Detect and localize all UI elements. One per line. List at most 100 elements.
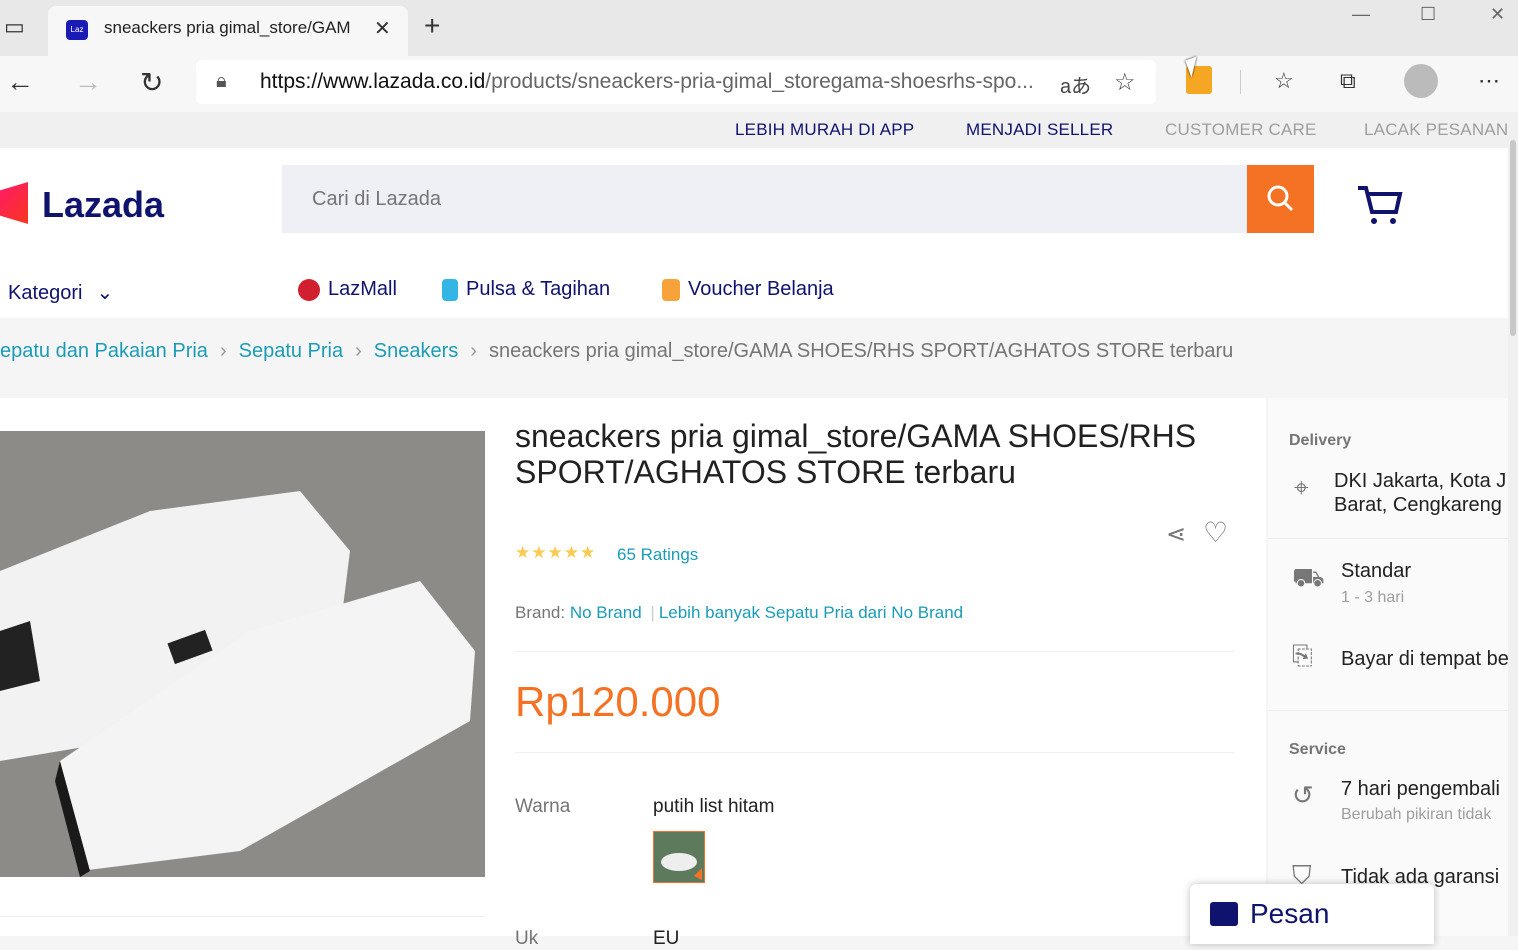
search-icon [1267,185,1294,212]
link-lacak-pesanan[interactable]: LACAK PESANAN [1364,120,1508,140]
delivery-heading: Delivery [1289,432,1352,449]
return-label: 7 hari pengembali [1341,778,1500,800]
standar-time: 1 - 3 hari [1341,589,1405,606]
forward-icon[interactable]: → [74,66,102,98]
wishlist-heart-icon[interactable]: ♡ [1203,516,1228,549]
delivery-truck-icon: ⛟ [1292,562,1325,592]
divider [515,651,1235,652]
url-path: /products/sneackers-pria-gimal_storegama… [485,70,1034,93]
new-tab-button[interactable]: + [424,10,440,42]
cart-icon[interactable] [1356,184,1404,226]
chat-label: Pesan [1250,898,1330,929]
chevron-right-icon: › [355,340,362,362]
search-box [282,165,1248,233]
product-image[interactable] [0,431,485,877]
lazada-logo-icon[interactable] [0,182,28,224]
delivery-panel: Delivery ⌖ DKI Jakarta, Kota J Barat, Ce… [1268,398,1509,936]
nav-voucher-label: Voucher Belanja [688,278,834,300]
phone-icon [442,278,458,301]
location-pin-icon: ⌖ [1294,472,1309,502]
gallery-divider [0,916,485,917]
browser-tabstrip: ▭ Laz sneackers pria gimal_store/GAM ✕ +… [0,0,1518,56]
location-line1: DKI Jakarta, Kota J [1334,470,1507,492]
profile-avatar[interactable] [1404,64,1438,98]
favorites-icon[interactable]: ☆ [1274,68,1294,94]
product-title: sneackers pria gimal_store/GAMA SHOES/RH… [515,418,1197,490]
product-panel: sneackers pria gimal_store/GAMA SHOES/RH… [0,398,1266,949]
tab-actions-icon[interactable]: ▭ [4,14,25,40]
swatch-thumbnail [654,832,704,882]
location-line2: Barat, Cengkareng [1334,494,1502,516]
nav-lazmall-label: LazMall [328,278,397,300]
browser-tab[interactable]: Laz sneackers pria gimal_store/GAM ✕ [48,6,408,56]
bayar-label: Bayar di tempat be [1341,648,1509,670]
search-button[interactable] [1247,165,1314,233]
link-lebih-murah[interactable]: LEBIH MURAH DI APP [735,120,914,140]
service-heading: Service [1289,741,1346,758]
ratings-link[interactable]: 65 Ratings [617,545,698,565]
link-menjadi-seller[interactable]: MENJADI SELLER [966,120,1113,140]
return-icon: ↺ [1292,780,1314,810]
tab-close-icon[interactable]: ✕ [374,16,391,41]
brand-more-link[interactable]: Lebih banyak Sepatu Pria dari No Brand [659,603,963,622]
top-links-bar: LEBIH MURAH DI APP MENJADI SELLER CUSTOM… [0,112,1518,148]
nav-voucher[interactable]: Voucher Belanja [662,278,834,301]
brand-link[interactable]: No Brand [570,603,642,622]
chevron-right-icon: › [470,340,477,362]
sneaker-photo [0,431,485,877]
link-customer-care[interactable]: CUSTOMER CARE [1165,120,1317,140]
nav-pulsa-label: Pulsa & Tagihan [466,278,611,300]
voucher-icon [662,278,680,301]
cash-on-delivery-icon: ⎘ [1292,640,1313,670]
minimize-icon[interactable]: — [1352,4,1370,25]
collections-icon[interactable]: ⧉ [1340,68,1356,94]
divider [1268,538,1508,539]
add-favorite-icon[interactable]: ☆ [1114,68,1136,97]
lazmall-icon [298,278,320,301]
address-bar[interactable]: 🔒︎ https://www.lazada.co.id/products/sne… [196,60,1156,104]
product-price: Rp120.000 [515,678,721,725]
search-input[interactable] [310,187,1214,212]
chevron-down-icon: ⌄ [96,282,114,304]
color-swatch[interactable] [653,831,705,883]
lazada-logo[interactable]: Lazada [42,184,164,226]
url-text[interactable]: https://www.lazada.co.id/products/sneack… [260,70,1034,94]
kategori-dropdown[interactable]: Kategori ⌄ [8,280,113,305]
color-value: putih list hitam [653,796,775,817]
tab-title: sneackers pria gimal_store/GAM [104,18,351,37]
chat-button[interactable]: Pesan [1190,884,1434,944]
breadcrumb-item[interactable]: epatu dan Pakaian Pria [0,340,208,362]
back-icon[interactable]: ← [6,66,34,98]
chevron-right-icon: › [219,340,227,362]
translate-icon[interactable]: aあ [1060,70,1091,99]
lock-icon[interactable]: 🔒︎ [216,70,227,93]
divider [515,752,1235,753]
share-icon[interactable]: ⋖ [1166,520,1186,549]
rating-stars: ★★★★★ [515,543,597,562]
brand-divider: | [650,603,655,622]
site-header: Lazada Kategori ⌄ LazMall Pulsa & Tagihan… [0,148,1508,318]
breadcrumb-item[interactable]: Sneakers [374,340,459,362]
chat-bubble-icon [1210,902,1238,926]
size-value: EU [653,928,680,949]
kategori-label: Kategori [8,282,83,304]
nav-pulsa[interactable]: Pulsa & Tagihan [442,278,610,301]
toolbar-divider [1240,70,1241,94]
close-window-icon[interactable]: ✕ [1490,4,1505,25]
brand-label: Brand: [515,603,566,622]
standar-label: Standar [1341,560,1412,582]
nav-lazmall[interactable]: LazMall [298,278,397,301]
breadcrumb-current: sneackers pria gimal_store/GAMA SHOES/RH… [488,340,1234,362]
refresh-icon[interactable]: ↻ [140,66,163,99]
breadcrumb-item[interactable]: Sepatu Pria [239,340,344,362]
scrollbar-thumb[interactable] [1510,140,1516,336]
more-menu-icon[interactable]: ⋯ [1478,68,1500,94]
divider [1268,710,1508,711]
size-label: Uk [515,928,539,949]
breadcrumb: epatu dan Pakaian Pria › Sepatu Pria › Sneak… [0,340,1233,363]
maximize-icon[interactable]: ☐ [1420,4,1436,25]
color-label: Warna [515,796,571,817]
brand-row: Brand: No Brand | Lebih banyak Sepatu Pri… [515,603,963,623]
return-sub: Berubah pikiran tidak [1341,806,1492,823]
url-host: https://www.lazada.co.id [260,70,486,93]
